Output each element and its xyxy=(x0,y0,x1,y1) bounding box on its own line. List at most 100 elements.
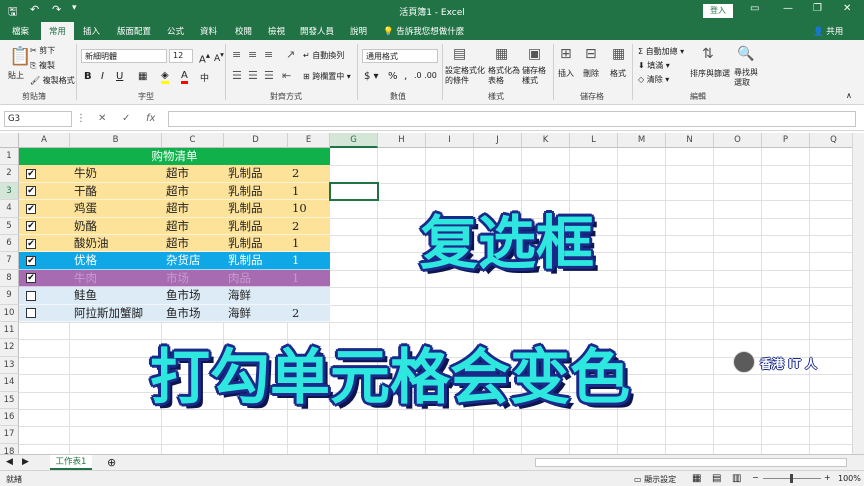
checkbox[interactable]: ✔ xyxy=(26,255,36,266)
delete-cells-icon[interactable]: ⊟ xyxy=(585,46,597,62)
store-cell[interactable]: 超市 xyxy=(166,235,189,252)
column-header-k[interactable]: K xyxy=(522,133,570,148)
category-cell[interactable]: 乳制品 xyxy=(228,218,263,235)
category-cell[interactable]: 乳制品 xyxy=(228,183,263,200)
row-header-5[interactable]: 5 xyxy=(0,217,19,235)
category-cell[interactable]: 肉品 xyxy=(228,270,251,287)
login-button[interactable]: 登入 xyxy=(703,4,733,18)
tell-me-search[interactable]: 💡 告訴我您想做什麼 xyxy=(383,25,464,37)
fill-button[interactable]: ⬇ 填滿 ▾ xyxy=(638,60,670,71)
quantity-cell[interactable]: 1 xyxy=(292,270,299,287)
insert-cells-button[interactable]: 插入 xyxy=(558,68,574,79)
column-header-n[interactable]: N xyxy=(666,133,714,148)
name-box-dropdown-icon[interactable]: ⋮ xyxy=(76,113,86,124)
store-cell[interactable]: 市场 xyxy=(166,270,189,287)
row-header-15[interactable]: 15 xyxy=(0,391,19,409)
next-sheet-icon[interactable]: ▶ xyxy=(22,457,29,467)
category-cell[interactable]: 乳制品 xyxy=(228,252,263,269)
tab-developer[interactable]: 開發人員 xyxy=(300,25,334,37)
autosum-button[interactable]: Σ 自動加總 ▾ xyxy=(638,46,684,57)
tab-page-layout[interactable]: 版面配置 xyxy=(117,25,151,37)
column-header-e[interactable]: E xyxy=(288,133,330,148)
row-header-2[interactable]: 2 xyxy=(0,165,19,183)
find-select-icon[interactable]: 🔍 xyxy=(737,46,754,62)
row-header-6[interactable]: 6 xyxy=(0,235,19,253)
fill-color-icon[interactable]: ◈ xyxy=(161,70,169,84)
row-header-7[interactable]: 7 xyxy=(0,252,19,270)
item-cell[interactable]: 鲑鱼 xyxy=(74,287,97,304)
italic-icon[interactable]: I xyxy=(101,71,104,82)
merge-center-button[interactable]: ⊞ 跨欄置中 ▾ xyxy=(303,71,351,82)
indent-icon[interactable]: ⇤ xyxy=(282,69,291,82)
item-cell[interactable]: 酸奶油 xyxy=(74,235,109,252)
align-top-icon[interactable]: ≡ xyxy=(232,48,241,61)
sort-filter-icon[interactable]: ⇅ xyxy=(702,46,714,62)
decrease-font-icon[interactable]: A▾ xyxy=(214,50,224,64)
comma-style-icon[interactable]: , xyxy=(404,71,407,82)
category-cell[interactable]: 乳制品 xyxy=(228,235,263,252)
currency-icon[interactable]: $ ▾ xyxy=(364,71,379,82)
cell-styles-button[interactable]: 儲存格樣式 xyxy=(522,66,552,86)
item-cell[interactable]: 优格 xyxy=(74,252,97,269)
checkbox[interactable]: ✔ xyxy=(26,168,36,179)
paste-icon[interactable]: 📋 xyxy=(9,46,31,67)
column-header-a[interactable]: A xyxy=(19,133,70,148)
percent-icon[interactable]: % xyxy=(388,71,398,82)
restore-icon[interactable]: ❐ xyxy=(813,3,822,14)
checkbox[interactable]: ✔ xyxy=(26,238,36,249)
column-header-o[interactable]: O xyxy=(714,133,762,148)
format-painter-button[interactable]: 🖌 複製格式 xyxy=(30,75,75,86)
item-cell[interactable]: 牛奶 xyxy=(74,165,97,182)
formula-input[interactable] xyxy=(168,111,856,127)
conditional-format-icon[interactable]: ▤ xyxy=(453,46,466,62)
column-header-c[interactable]: C xyxy=(162,133,224,148)
enter-icon[interactable]: ✓ xyxy=(122,113,130,124)
prev-sheet-icon[interactable]: ◀ xyxy=(6,457,13,467)
item-cell[interactable]: 牛肉 xyxy=(74,270,97,287)
insert-function-icon[interactable]: fx xyxy=(146,113,155,124)
phonetic-icon[interactable]: 中 xyxy=(200,71,209,84)
paste-button[interactable]: 貼上 xyxy=(8,70,24,81)
category-cell[interactable]: 乳制品 xyxy=(228,200,263,217)
active-cell-g3[interactable] xyxy=(329,181,379,202)
name-box[interactable]: G3 xyxy=(4,111,72,127)
category-cell[interactable]: 乳制品 xyxy=(228,165,263,182)
orientation-icon[interactable]: ↗ xyxy=(286,48,295,61)
store-cell[interactable]: 超市 xyxy=(166,200,189,217)
store-cell[interactable]: 超市 xyxy=(166,218,189,235)
row-header-10[interactable]: 10 xyxy=(0,304,19,322)
align-right-icon[interactable]: ☰ xyxy=(264,69,274,82)
checkbox[interactable]: ✔ xyxy=(26,221,36,232)
item-cell[interactable]: 阿拉斯加蟹脚 xyxy=(74,305,143,322)
cut-button[interactable]: ✂ 剪下 xyxy=(30,45,55,56)
column-header-q[interactable]: Q xyxy=(810,133,852,148)
item-cell[interactable]: 干酪 xyxy=(74,183,97,200)
number-format-dropdown[interactable]: 通用格式 xyxy=(362,49,438,63)
column-header-i[interactable]: I xyxy=(426,133,474,148)
checkbox[interactable]: ✔ xyxy=(26,273,36,284)
zoom-out-icon[interactable]: − xyxy=(752,473,759,482)
column-header-d[interactable]: D xyxy=(224,133,288,148)
quantity-cell[interactable]: 2 xyxy=(292,305,299,322)
zoom-level[interactable]: 100% xyxy=(838,474,861,483)
zoom-in-icon[interactable]: + xyxy=(824,473,831,482)
cell-styles-icon[interactable]: ▣ xyxy=(528,46,541,62)
row-header-14[interactable]: 14 xyxy=(0,374,19,392)
add-sheet-icon[interactable]: ⊕ xyxy=(107,456,116,469)
row-header-13[interactable]: 13 xyxy=(0,356,19,375)
row-header-3[interactable]: 3 xyxy=(0,182,19,201)
row-header-8[interactable]: 8 xyxy=(0,269,19,288)
minimize-icon[interactable]: — xyxy=(783,3,793,14)
underline-icon[interactable]: U xyxy=(116,71,123,82)
row-header-9[interactable]: 9 xyxy=(0,287,19,305)
quantity-cell[interactable]: 2 xyxy=(292,165,299,182)
row-header-17[interactable]: 17 xyxy=(0,426,19,444)
store-cell[interactable]: 鱼市场 xyxy=(166,287,201,304)
align-middle-icon[interactable]: ≡ xyxy=(248,48,257,61)
format-cells-button[interactable]: 格式 xyxy=(610,68,626,79)
align-left-icon[interactable]: ☰ xyxy=(232,69,242,82)
normal-view-icon[interactable]: ▦ xyxy=(692,473,701,484)
row-header-1[interactable]: 1 xyxy=(0,148,19,166)
sheet-tab-1[interactable]: 工作表1 xyxy=(50,455,92,470)
cancel-icon[interactable]: ✕ xyxy=(98,113,106,124)
